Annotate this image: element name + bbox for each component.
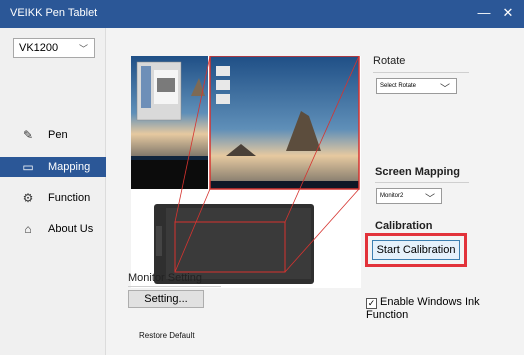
rotate-select[interactable]: Select Rotate ﹀ [376, 78, 457, 95]
monitor-1-preview [131, 56, 208, 189]
mapping-preview [131, 56, 361, 288]
device-select[interactable]: VK1200 ﹀ [13, 38, 95, 58]
sidebar-item-mapping[interactable]: ▭ Mapping [0, 157, 106, 177]
minimize-button[interactable]: — [474, 4, 494, 24]
mapping-icon: ▭ [22, 160, 34, 174]
divider [373, 72, 469, 73]
close-button[interactable]: ✕ [498, 4, 518, 24]
sidebar-item-label: About Us [48, 223, 94, 235]
sidebar-item-label: Pen [48, 129, 68, 141]
chevron-down-icon: ﹀ [440, 84, 450, 95]
monitor-select[interactable]: Monitor2 ﹀ [376, 188, 442, 205]
calibration-heading: Calibration [375, 220, 433, 232]
start-calibration-button[interactable]: Start Calibration [372, 240, 460, 260]
monitor-select-value: Monitor2 [380, 193, 404, 199]
device-select-value: VK1200 [19, 42, 59, 54]
sidebar-item-label: Mapping [48, 161, 91, 173]
title-bar: VEIKK Pen Tablet — ✕ [0, 0, 524, 28]
screen-mapping-heading: Screen Mapping [375, 166, 460, 178]
sidebar-item-label: Function [48, 192, 91, 204]
chevron-down-icon: ﹀ [78, 44, 88, 54]
rotate-select-value: Select Rotate [380, 83, 417, 89]
window-title: VEIKK Pen Tablet [10, 7, 98, 19]
monitor-setting-heading: Monitor Setting [128, 272, 202, 284]
function-icon: ⚙ [22, 191, 34, 205]
restore-default-button[interactable]: Restore Default [139, 331, 195, 340]
divider [375, 182, 469, 183]
chevron-down-icon: ﹀ [425, 194, 435, 205]
main-panel: Rotate Select Rotate ﹀ Screen Mapping Mo… [107, 28, 524, 355]
monitor-2-preview [209, 56, 360, 190]
sidebar-item-function[interactable]: ⚙ Function [0, 188, 106, 208]
pen-icon: ✎ [22, 128, 34, 142]
rotate-heading: Rotate [373, 55, 406, 67]
divider [128, 286, 221, 287]
sidebar: VK1200 ﹀ ✎ Pen ▭ Mapping ⚙ Function ⌂ Ab… [0, 28, 106, 355]
sidebar-item-about-us[interactable]: ⌂ About Us [0, 219, 106, 239]
setting-button[interactable]: Setting... [128, 290, 204, 308]
windows-ink-option[interactable]: ✓ Enable Windows Ink Function [366, 296, 524, 321]
windows-ink-label: Enable Windows Ink Function [366, 296, 480, 321]
sidebar-item-pen[interactable]: ✎ Pen [0, 125, 106, 145]
windows-ink-checkbox[interactable]: ✓ [366, 298, 377, 309]
home-icon: ⌂ [24, 222, 32, 236]
